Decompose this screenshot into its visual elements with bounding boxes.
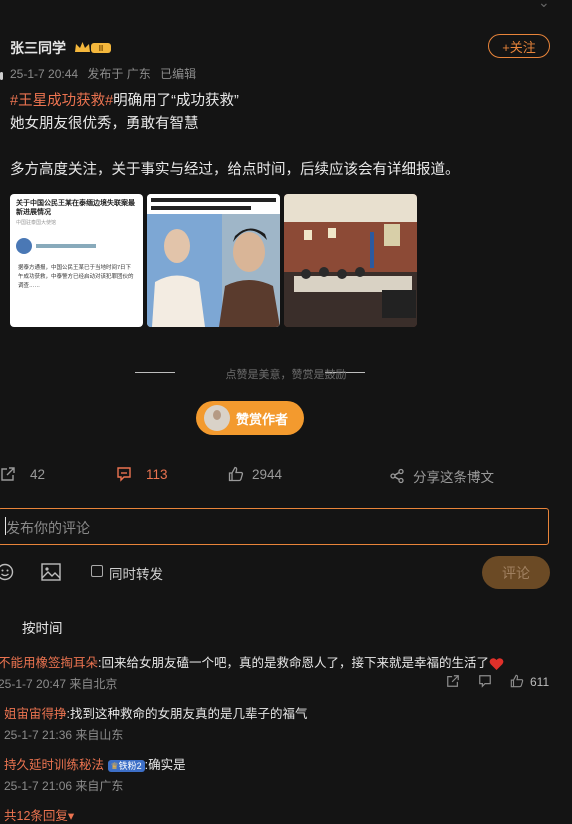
image-thumbnail-meeting[interactable] [284,194,417,327]
comment-icon [117,467,131,482]
submit-comment-button[interactable]: 评论 [482,556,550,589]
content-line-3: 多方高度关注，关于事实与经过，给点时间，后续应该会有详细报道。 [10,162,460,178]
repost-icon [1,467,15,481]
post-content: #王星成功获救#明确用了“成功获救” 她女朋友很优秀，勇敢有智慧 多方高度关注，… [10,90,560,182]
like-icon [228,466,244,482]
comment-placeholder: 发布你的评论 [6,520,90,536]
topic-hashtag[interactable]: #王星成功获救# [10,93,113,109]
comment-reply-icon[interactable] [478,674,492,688]
post-time[interactable]: 25-1-7 20:44 [10,67,78,81]
follow-button[interactable]: +关注 [488,34,550,58]
heart-emoji-icon [489,657,504,670]
content-line-1: 明确用了“成功获救” [113,93,239,109]
comment-like-icon[interactable] [510,674,524,688]
repost-count: 42 [30,466,46,482]
comment-username[interactable]: 持久延时训练秘法 [4,758,104,772]
comment-repost-icon[interactable] [446,674,460,688]
sort-by-time-tab[interactable]: 按时间 [22,617,63,637]
comment-count: 113 [146,466,168,482]
share-label: 分享这条博文 [413,470,494,485]
image-thumbnail-statement[interactable]: 关于中国公民王某在泰缅边境失联案最新进展情况 中国驻泰国大使馆 据泰方通报，中国… [10,194,143,327]
post-marker [0,72,3,80]
collapse-chevron-icon[interactable]: ⌄ [538,0,550,11]
comment-username[interactable]: 姐宙宙得挣 [4,707,67,721]
comment-text: :找到这种救命的女朋友真的是几辈子的福气 [66,707,308,721]
image-thumbnail-portraits[interactable] [147,194,280,327]
author-avatar [204,405,230,431]
comment-item: 姐宙宙得挣:找到这种救命的女朋友真的是几辈子的福气 [4,703,308,722]
statement-title: 关于中国公民王某在泰缅边境失联案最新进展情况 [16,200,135,216]
content-line-2: 她女朋友很优秀，勇敢有智慧 [10,116,199,132]
comment-meta: 25-1-7 20:47 来自北京 [0,677,118,691]
comment-text: :确实是 [144,758,186,772]
author-name[interactable]: 张三同学 [10,38,66,58]
more-replies-link[interactable]: 共12条回复▾ [4,805,74,824]
edited-label[interactable]: 已编辑 [160,67,196,81]
comment-meta: 25-1-7 21:06 来自广东 [4,779,124,793]
reward-divider-text: 点赞是美意，赞赏是鼓励 [225,369,347,381]
comment-action[interactable]: 113 [116,466,168,482]
fan-crown-icon: ♛ [110,760,119,771]
emoji-icon[interactable] [0,563,14,581]
reward-author-button[interactable]: 赞赏作者 [196,401,304,435]
repost-action[interactable]: 42 [0,466,45,482]
dropdown-arrow-icon: ▾ [67,809,75,823]
statement-source: 中国驻泰国大使馆 [16,220,57,226]
post-meta: 25-1-7 20:44 发布于 广东 已编辑 [10,65,202,82]
fan-badge-label: 铁粉2 [118,760,142,771]
reward-button-label: 赞赏作者 [236,411,289,427]
comment-item: 持久延时训练秘法 ♛铁粉2 :确实是 [4,754,186,773]
repost-checkbox[interactable] [91,565,103,577]
comment-text: :回来给女朋友磕一个吧，真的是救命恩人了，接下来就是幸福的生活了 [98,656,489,670]
repost-checkbox-label[interactable]: 同时转发 [109,563,163,583]
comment-username[interactable]: 不能用橡签掏耳朵 [0,656,98,670]
like-action[interactable]: 2944 [228,466,282,482]
more-replies-label: 共12条回复 [4,809,68,823]
vip-crown-icon: II [75,42,111,53]
comment-meta: 25-1-7 21:36 来自山东 [4,728,124,742]
comment-like-count: 611 [530,675,550,689]
like-count: 2944 [252,466,283,482]
fan-badge: ♛铁粉2 [107,759,145,772]
share-action[interactable]: 分享这条博文 [389,466,494,486]
share-icon [390,468,404,484]
statement-body: 据泰方通报，中国公民王某已于当地时间7日下午成功获救，中泰警方已经启动对该犯罪团… [18,265,134,289]
image-upload-icon[interactable] [41,563,61,581]
svg-text:II: II [99,44,103,53]
embassy-avatar [16,238,32,254]
post-source: 发布于 广东 [87,67,151,81]
comment-item: 不能用橡签掏耳朵:回来给女朋友磕一个吧，真的是救命恩人了，接下来就是幸福的生活了 [0,652,504,671]
